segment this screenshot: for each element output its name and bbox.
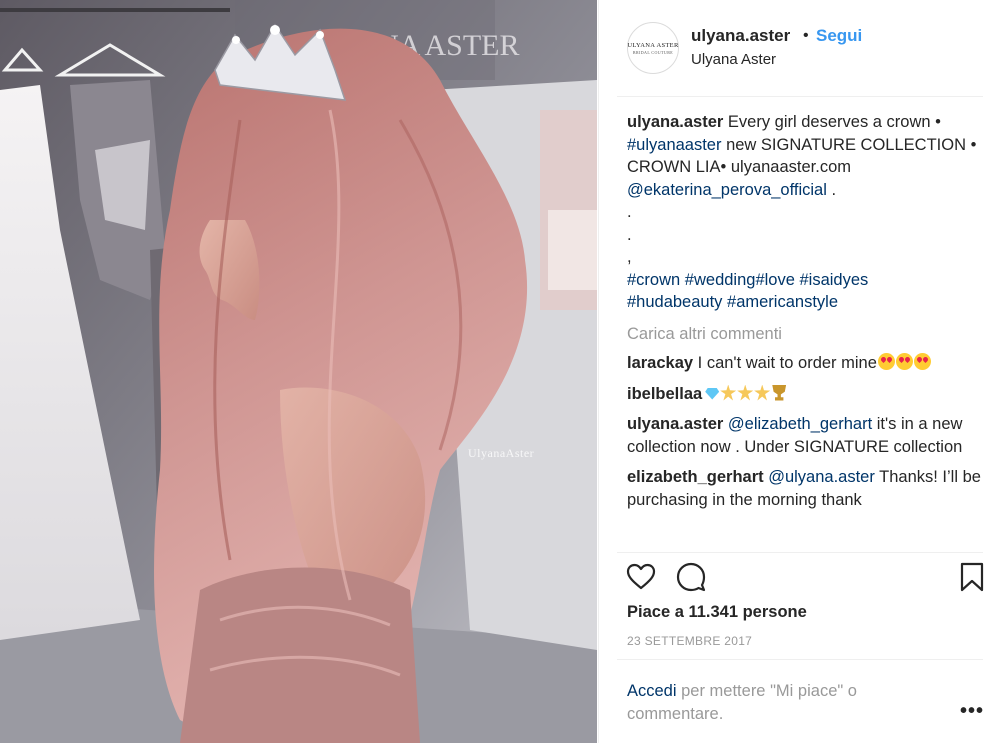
caption-dot-line: . [627,225,632,244]
hashtag-isaidyes[interactable]: #isaidyes [799,271,868,289]
hashtag-americanstyle[interactable]: #americanstyle [727,293,838,311]
avatar[interactable]: ULYANA ASTER BRIDAL COUTURE [627,22,679,74]
footer-divider [617,659,983,660]
comment-mention[interactable]: @elizabeth_gerhart [728,415,872,433]
login-prompt: Accedi per mettere "Mi piace" o commenta… [627,680,927,725]
comment-item: larackay I can't wait to order mine [627,352,993,375]
comments-list[interactable]: ulyana.aster Every girl deserves a crown… [627,111,993,551]
post-date[interactable]: 23 SETTEMBRE 2017 [627,634,752,648]
comment-item: ibelbellaa [627,383,993,406]
post-sidebar: ULYANA ASTER BRIDAL COUTURE ulyana.aster… [598,0,1000,743]
comment-username[interactable]: elizabeth_gerhart [627,468,764,486]
heart-eyes-emoji-icon [913,353,931,370]
load-more-comments-link[interactable]: Carica altri commenti [627,323,993,346]
heart-eyes-emoji-icon [877,353,895,370]
post-header: ULYANA ASTER BRIDAL COUTURE ulyana.aster… [599,0,1000,96]
gem-emoji-icon [705,387,720,400]
photo-illustration: ULYANA ASTER [0,0,597,743]
avatar-brand-text: ULYANA ASTER [627,41,679,49]
login-link[interactable]: Accedi [627,682,677,700]
comment-username[interactable]: ibelbellaa [627,385,702,403]
sparkle-emoji-icon [720,384,737,401]
avatar-sub-text: BRIDAL COUTURE [632,49,674,55]
caption-text-1: Every girl deserves a crown • [723,113,941,131]
comment-username[interactable]: ulyana.aster [627,415,723,433]
sparkle-emoji-icon [737,384,754,401]
instagram-post: ULYANA ASTER UlyanaAster ULYANA ASTER BR… [0,0,1000,743]
actions-divider [617,552,983,553]
hashtag-wedding[interactable]: #wedding [685,271,756,289]
caption-username[interactable]: ulyana.aster [627,113,723,131]
header-divider [617,96,983,97]
photo-watermark: UlyanaAster [468,446,535,460]
ellipsis-icon[interactable]: ••• [960,700,984,723]
speech-bubble-icon[interactable] [675,561,707,593]
post-photo[interactable]: ULYANA ASTER UlyanaAster [0,0,597,743]
comment-text: I can't wait to order mine [693,354,877,372]
follow-button[interactable]: Segui [816,26,862,46]
comment-mention[interactable]: @ulyana.aster [768,468,875,486]
comment-item: ulyana.aster @elizabeth_gerhart it's in … [627,413,993,458]
action-bar [599,558,1000,598]
caption-dot-line: , [627,248,632,266]
header-username[interactable]: ulyana.aster [691,26,790,46]
comment-item: elizabeth_gerhart @ulyana.aster Thanks! … [627,466,993,511]
caption-hashtag[interactable]: #ulyanaaster [627,136,721,154]
likes-count[interactable]: Piace a 11.341 persone [627,603,807,622]
header-separator: • [803,27,809,44]
heart-outline-icon[interactable] [625,561,657,593]
hashtag-crown[interactable]: #crown [627,271,680,289]
caption-text-3: . [826,180,837,199]
caption-mention[interactable]: @ekaterina_perova_official [627,181,827,199]
heart-eyes-emoji-icon [895,353,913,370]
comment-username[interactable]: larackay [627,354,693,372]
sparkle-emoji-icon [754,384,771,401]
caption-dot-line: . [627,203,632,221]
bookmark-icon[interactable] [956,561,988,593]
hashtag-love[interactable]: #love [755,271,794,289]
caption: ulyana.aster Every girl deserves a crown… [627,111,993,314]
trophy-emoji-icon [772,384,787,401]
hashtag-hudabeauty[interactable]: #hudabeauty [627,293,722,311]
header-display-name: Ulyana Aster [691,51,777,68]
